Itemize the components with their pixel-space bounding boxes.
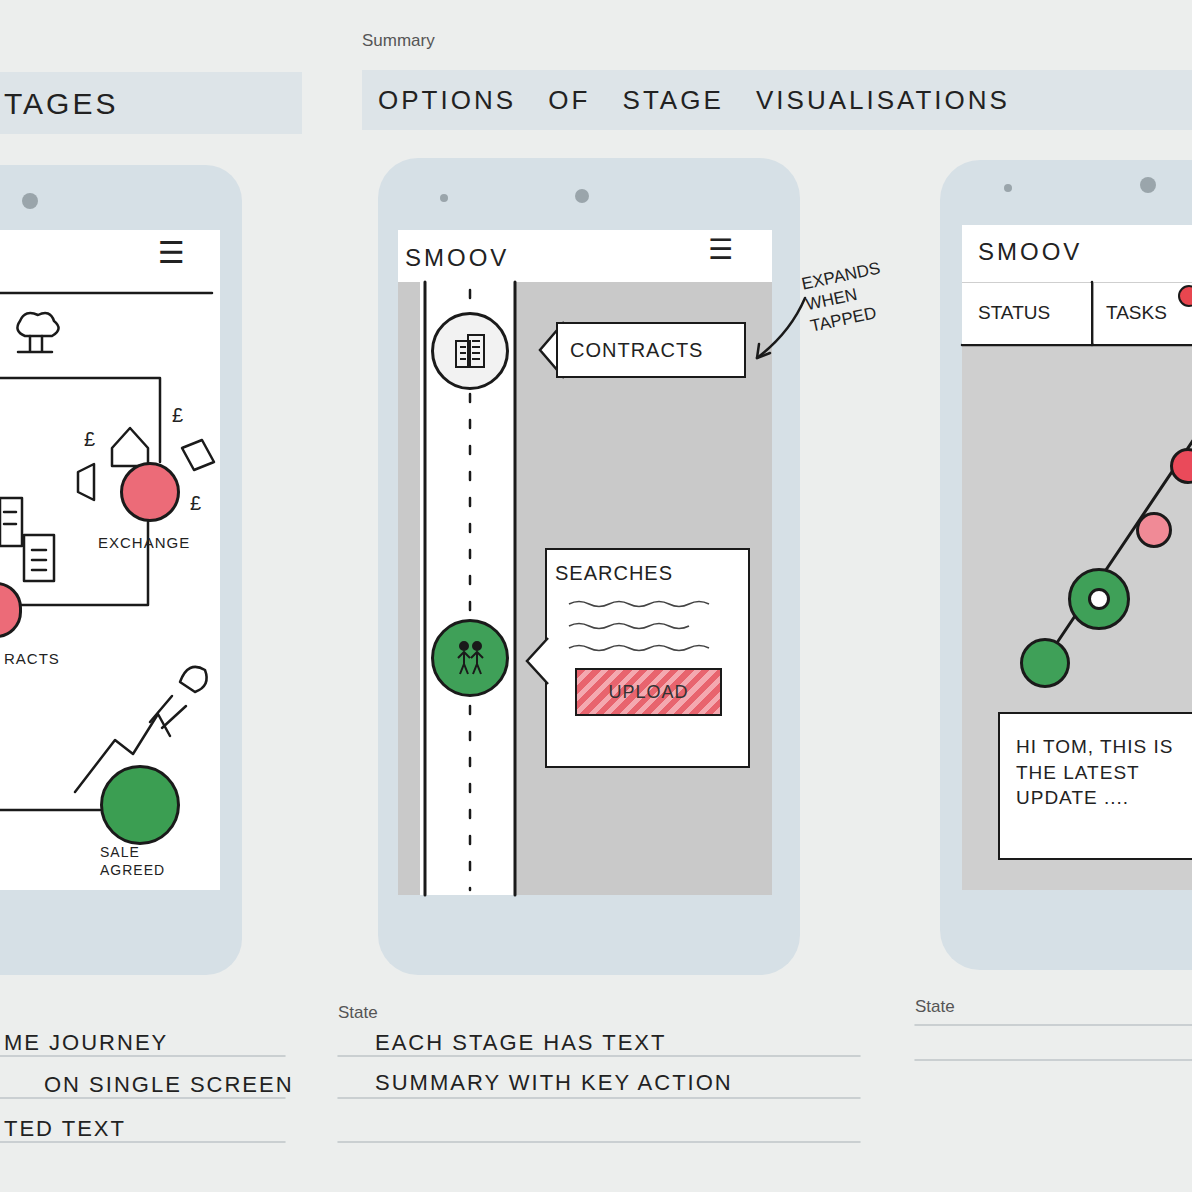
tab-label: TASKS [1106,299,1167,328]
stage-label: SALE AGREED [100,844,184,879]
sketch-sheet: TAGES Summary OPTIONS OF STAGE VISUALISA… [0,0,1192,1192]
camera-dot [1140,177,1156,193]
app-logo: SMOOV [978,234,1082,270]
stage-label: RACTS [4,648,60,671]
stage-summary[interactable]: CONTRACTS [556,322,746,378]
pound-icon: £ [190,488,201,518]
stage-title: CONTRACTS [570,335,703,365]
annotation: EXPANDS WHEN TAPPED [800,251,921,336]
sensor-dot [1004,184,1012,192]
people-icon [450,638,490,678]
caption-line: SUMMARY WITH KEY ACTION [375,1066,733,1099]
camera-dot [575,189,589,203]
tasks-tab[interactable]: TASKS [1094,283,1192,344]
stage-node[interactable] [120,462,180,522]
caption-line: ME JOURNEY [4,1026,168,1059]
status-tab[interactable]: STATUS [962,283,1091,344]
camera-dot [22,193,38,209]
caption-line: ON SINGLE SCREEN [44,1068,294,1101]
node-center [1088,588,1110,610]
app-logo: SMOOV [405,240,509,276]
button-label: UPLOAD [608,679,688,706]
tab-label: STATUS [978,299,1050,328]
summary-label: Summary [362,28,435,54]
stage-node[interactable] [100,765,180,845]
timeline-node[interactable] [1136,512,1172,548]
alert-badge [1178,285,1192,307]
update-message: HI TOM, THIS IS THE LATEST UPDATE .... [998,712,1192,860]
caption-line: EACH STAGE HAS TEXT [375,1026,666,1059]
timeline-node[interactable] [1068,568,1130,630]
building-icon [450,331,490,371]
stage-title: SEARCHES [555,558,740,588]
caption-label: State [915,994,955,1020]
menu-icon[interactable]: ☰ [158,238,185,268]
caption-label: State [338,1000,378,1026]
left-title: TAGES [4,81,118,126]
message-text: HI TOM, THIS IS THE LATEST UPDATE .... [1016,734,1180,811]
stage-node[interactable] [431,619,509,697]
summary-text-lines [567,596,717,656]
sheet-title: OPTIONS OF STAGE VISUALISATIONS [378,81,1010,120]
pound-icon: £ [172,400,183,430]
menu-icon[interactable]: ☰ [708,236,733,264]
stage-label: EXCHANGE [98,532,190,555]
caption-line: TED TEXT [4,1112,126,1145]
timeline-node[interactable] [1020,638,1070,688]
left-header: TAGES [0,72,302,134]
title-box: OPTIONS OF STAGE VISUALISATIONS [362,70,1192,130]
callout-pointer [524,636,550,686]
stage-node[interactable] [431,312,509,390]
stage-summary[interactable]: SEARCHES UPLOAD [545,548,750,768]
upload-button[interactable]: UPLOAD [575,668,722,716]
sensor-dot [440,194,448,202]
pound-icon: £ [84,424,95,454]
